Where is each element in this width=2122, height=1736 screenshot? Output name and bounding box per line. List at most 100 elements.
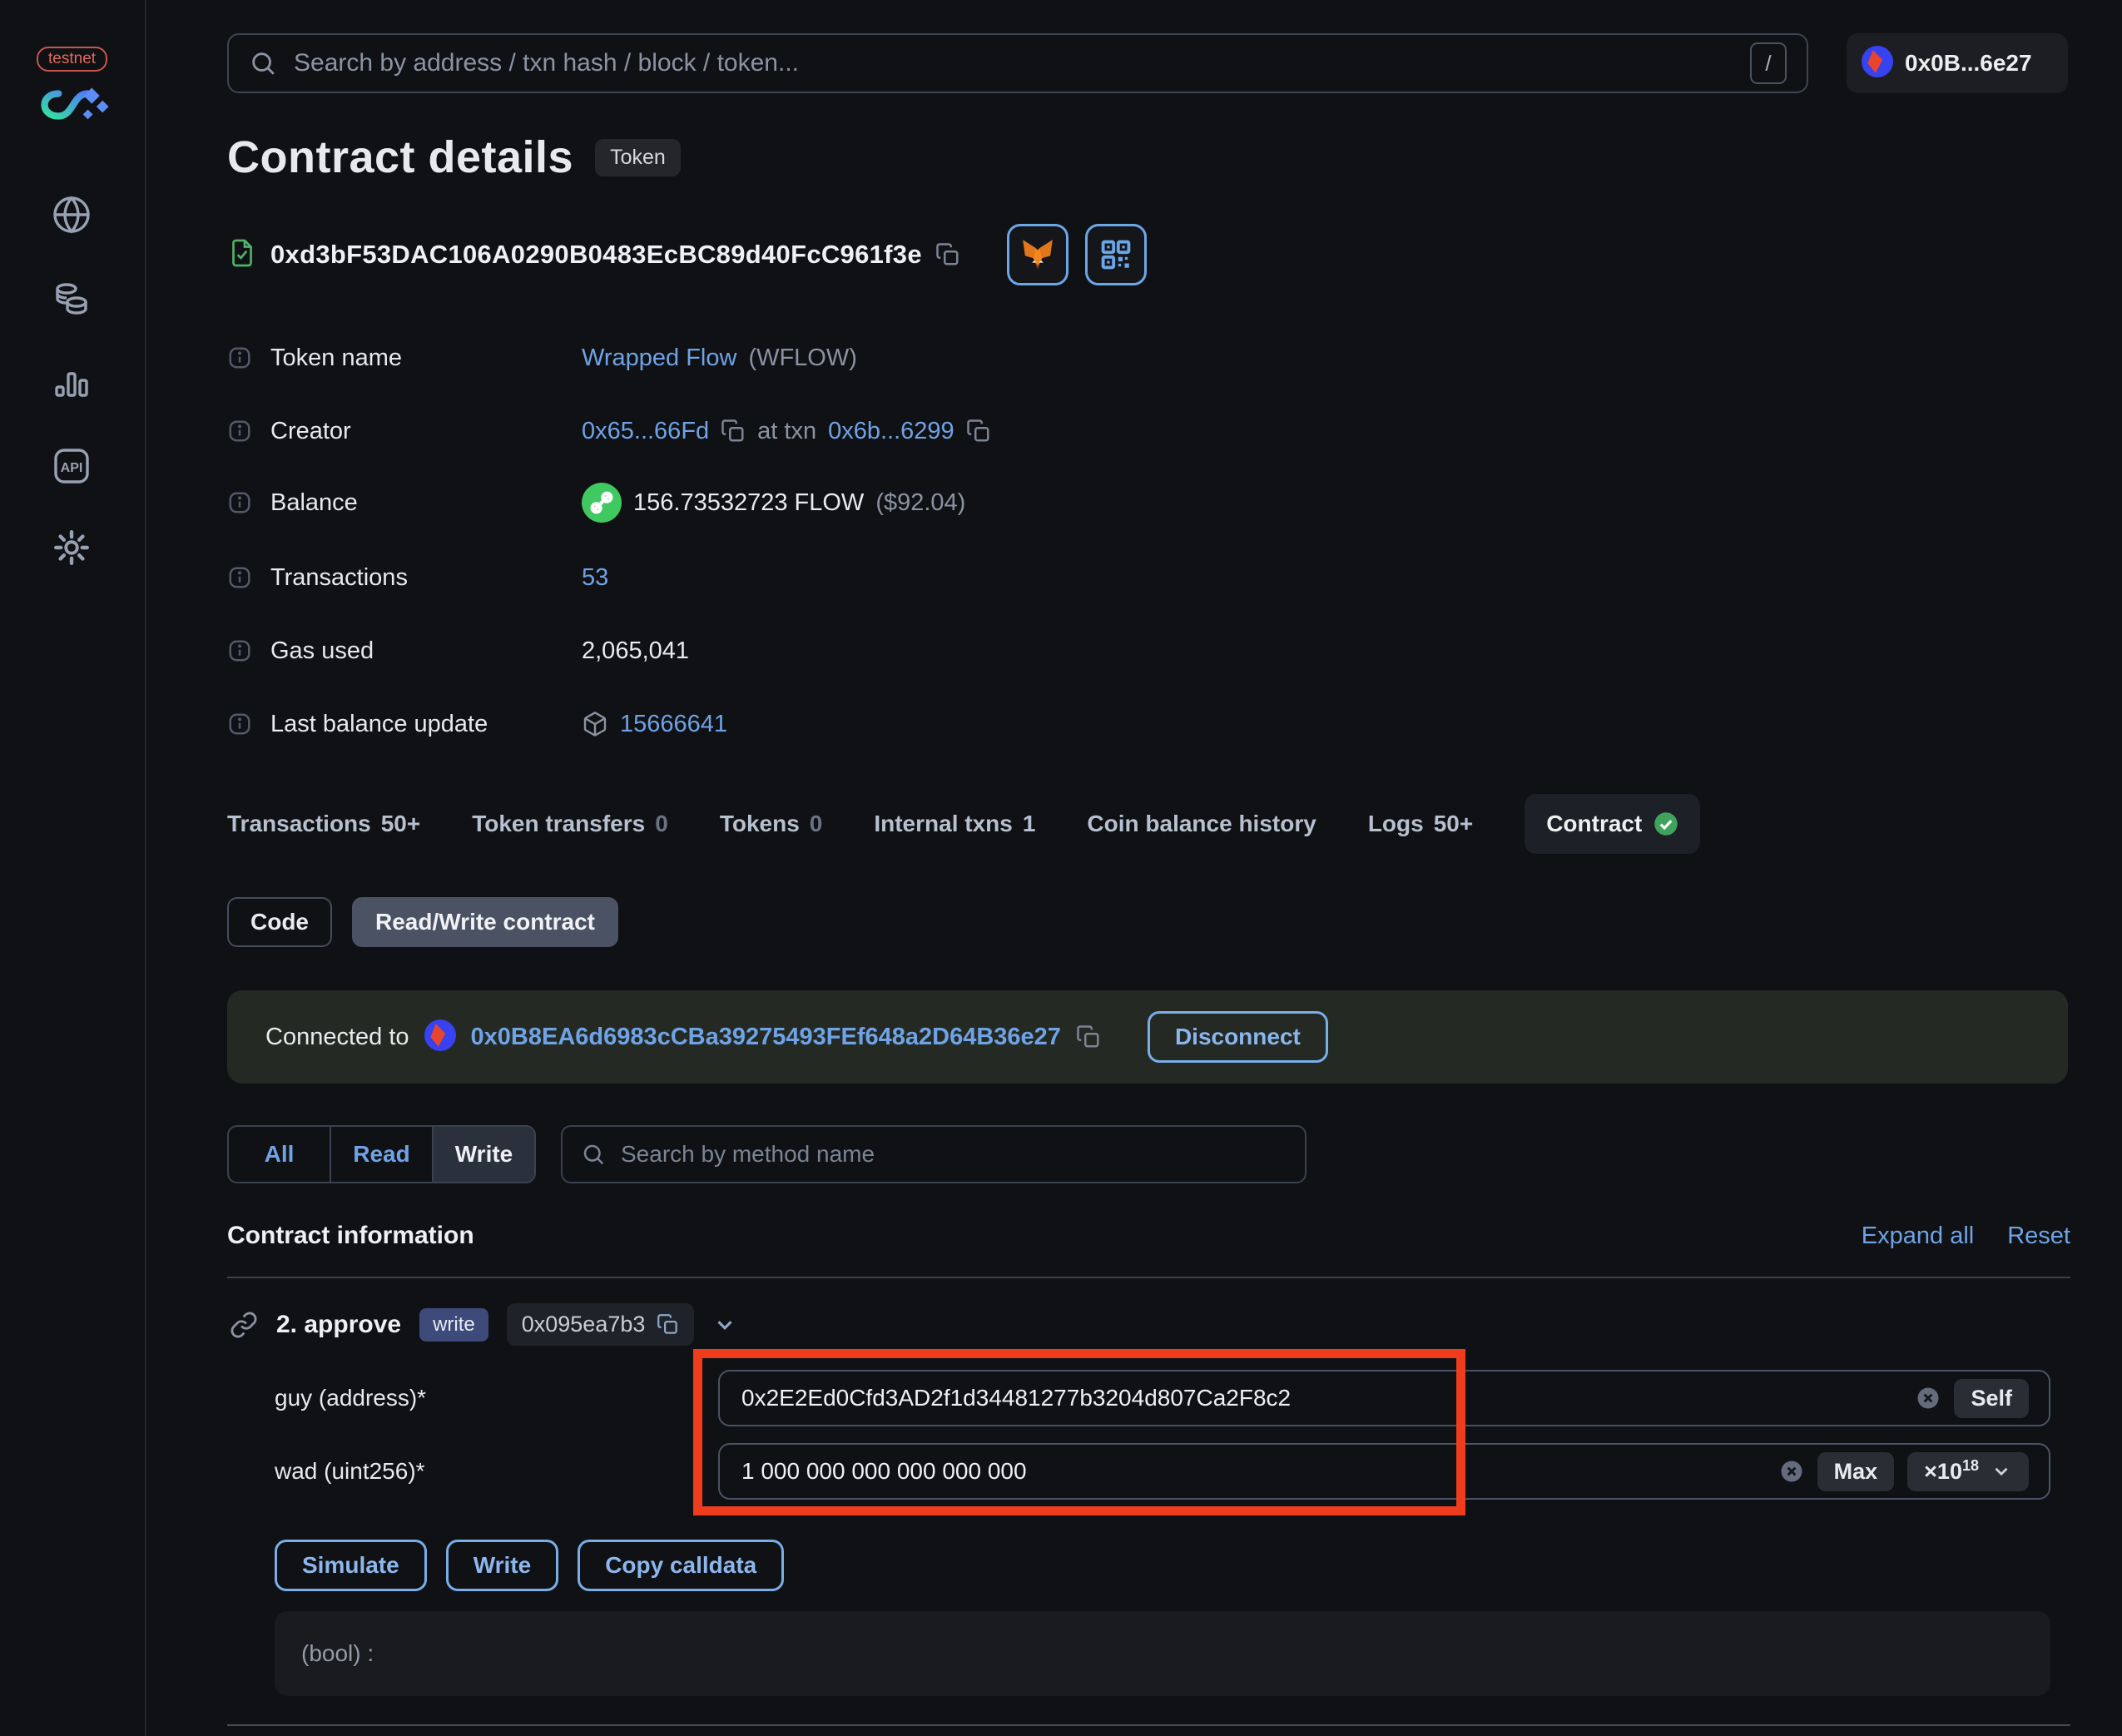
copy-creator-icon[interactable] — [721, 419, 746, 444]
add-to-metamask-button[interactable] — [1006, 224, 1068, 285]
search-icon — [581, 1142, 606, 1167]
transactions-count-link[interactable]: 53 — [582, 564, 608, 592]
network-globe-icon[interactable] — [52, 195, 92, 235]
page-title: Contract details — [227, 132, 574, 182]
clear-wad-icon[interactable] — [1779, 1459, 1804, 1484]
contract-address: 0xd3bF53DAC106A0290B0483EcBC89d40FcC961f… — [270, 240, 922, 269]
address-tabs: Transactions 50+ Token transfers 0 Tokens 0… — [227, 791, 1701, 857]
disconnect-button[interactable]: Disconnect — [1147, 1011, 1328, 1063]
filter-write[interactable]: Write — [432, 1127, 534, 1182]
tab-contract[interactable]: Contract — [1525, 794, 1701, 854]
copy-address-icon[interactable] — [935, 242, 960, 267]
account-address: 0x0B...6e27 — [1905, 50, 2032, 76]
token-name-row: Token name Wrapped Flow (WFLOW) — [227, 336, 857, 379]
method-approve-row[interactable]: 2. approve write 0x095ea7b3 — [230, 1303, 737, 1346]
copy-wallet-address-icon[interactable] — [1076, 1024, 1101, 1049]
tab-token-transfers[interactable]: Token transfers 0 — [472, 811, 668, 837]
reset-link[interactable]: Reset — [2007, 1223, 2070, 1250]
transactions-label: Transactions — [270, 563, 408, 591]
multiplier-text: ×10 — [1924, 1458, 1962, 1484]
balance-row: Balance 156.73532723 FLOW ($92.04) — [227, 481, 965, 524]
field-row-guy: guy (address)* Self — [275, 1370, 2050, 1426]
token-name-link[interactable]: Wrapped Flow — [582, 345, 736, 372]
method-type-segmented-control: All Read Write — [227, 1125, 536, 1183]
multiplier-exponent: 18 — [1961, 1456, 1979, 1474]
block-cube-icon — [582, 711, 608, 737]
sidebar: testnet API — [0, 0, 146, 1736]
copy-txn-icon[interactable] — [966, 419, 991, 444]
field-input-wad-wrapper: Max ×1018 — [718, 1443, 2050, 1500]
collapse-method-chevron-icon[interactable] — [712, 1312, 737, 1337]
field-input-guy-wrapper: Self — [718, 1370, 2050, 1426]
simulate-button[interactable]: Simulate — [275, 1540, 427, 1591]
connected-wallet-address-link[interactable]: 0x0B8EA6d6983cCBa39275493FEf648a2D64B36e… — [471, 1024, 1061, 1051]
contract-information-title: Contract information — [227, 1222, 474, 1249]
connected-account-button[interactable]: 0x0B...6e27 — [1847, 33, 2068, 93]
method-filter-row: All Read Write — [227, 1125, 1306, 1183]
balance-label: Balance — [270, 489, 358, 516]
flow-token-icon — [582, 483, 622, 523]
token-symbol: (WFLOW) — [748, 344, 857, 371]
at-txn-text: at txn — [757, 417, 817, 444]
info-icon[interactable] — [227, 345, 252, 370]
write-method-badge: write — [419, 1307, 488, 1342]
api-icon[interactable]: API — [52, 446, 92, 486]
tab-transactions[interactable]: Transactions 50+ — [227, 811, 420, 837]
code-tab-button[interactable]: Code — [227, 897, 332, 947]
expand-all-link[interactable]: Expand all — [1862, 1223, 1974, 1250]
max-button[interactable]: Max — [1817, 1451, 1895, 1491]
settings-gear-icon[interactable] — [52, 528, 92, 568]
svg-text:API: API — [61, 461, 83, 475]
slash-shortcut-hint: / — [1750, 42, 1787, 84]
filter-all[interactable]: All — [229, 1127, 330, 1182]
tab-tokens[interactable]: Tokens 0 — [720, 811, 823, 837]
write-button[interactable]: Write — [445, 1540, 559, 1591]
qr-code-icon — [1101, 240, 1131, 270]
info-icon[interactable] — [227, 565, 252, 590]
filter-read[interactable]: Read — [330, 1127, 432, 1182]
field-label-guy: guy (address)* — [275, 1385, 427, 1411]
self-button[interactable]: Self — [1954, 1378, 2029, 1418]
method-name: 2. approve — [276, 1310, 402, 1338]
contract-address-row: 0xd3bF53DAC106A0290B0483EcBC89d40FcC961f… — [227, 223, 1147, 286]
creator-label: Creator — [270, 417, 351, 444]
method-search[interactable] — [561, 1125, 1306, 1183]
creation-txn-link[interactable]: 0x6b...6299 — [828, 418, 954, 445]
copy-calldata-button[interactable]: Copy calldata — [578, 1540, 785, 1591]
anchor-link-icon[interactable] — [230, 1311, 258, 1339]
method-selector: 0x095ea7b3 — [521, 1312, 646, 1337]
verified-check-icon — [1654, 812, 1678, 836]
page-header: Contract details Token — [227, 131, 681, 183]
contract-information-header: Contract information Expand all Reset — [227, 1222, 2070, 1250]
info-icon[interactable] — [227, 419, 252, 444]
info-icon[interactable] — [227, 638, 252, 663]
guy-address-input[interactable] — [740, 1384, 1903, 1412]
last-balance-block-link[interactable]: 15666641 — [620, 711, 727, 738]
method-search-input[interactable] — [619, 1140, 1287, 1168]
creator-address-link[interactable]: 0x65...66Fd — [582, 418, 709, 445]
qr-code-button[interactable] — [1084, 224, 1147, 285]
method-actions: Simulate Write Copy calldata — [275, 1540, 785, 1591]
tab-internal-txns[interactable]: Internal txns 1 — [874, 811, 1035, 837]
read-write-contract-tab-button[interactable]: Read/Write contract — [352, 897, 618, 947]
output-bool-text: (bool) : — [301, 1640, 374, 1666]
global-search[interactable]: / — [227, 33, 1808, 93]
verified-contract-icon — [227, 238, 257, 272]
gas-used-value: 2,065,041 — [582, 637, 690, 664]
tab-logs[interactable]: Logs 50+ — [1368, 811, 1473, 837]
last-balance-update-label: Last balance update — [270, 710, 488, 737]
app-logo-icon[interactable] — [30, 83, 121, 131]
clear-guy-icon[interactable] — [1916, 1386, 1941, 1411]
global-search-input[interactable] — [292, 48, 1735, 78]
info-icon[interactable] — [227, 712, 252, 737]
wad-amount-input[interactable] — [740, 1457, 1766, 1486]
stats-chart-icon[interactable] — [52, 362, 92, 402]
tab-coin-balance-history[interactable]: Coin balance history — [1087, 811, 1316, 837]
info-icon[interactable] — [227, 490, 252, 515]
tokens-coins-icon[interactable] — [52, 279, 92, 319]
gas-used-label: Gas used — [270, 637, 374, 664]
method-selector-chip: 0x095ea7b3 — [506, 1303, 695, 1346]
field-row-wad: wad (uint256)* Max ×1018 — [275, 1443, 2050, 1500]
multiplier-dropdown[interactable]: ×1018 — [1907, 1451, 2029, 1491]
copy-selector-icon[interactable] — [657, 1313, 679, 1336]
